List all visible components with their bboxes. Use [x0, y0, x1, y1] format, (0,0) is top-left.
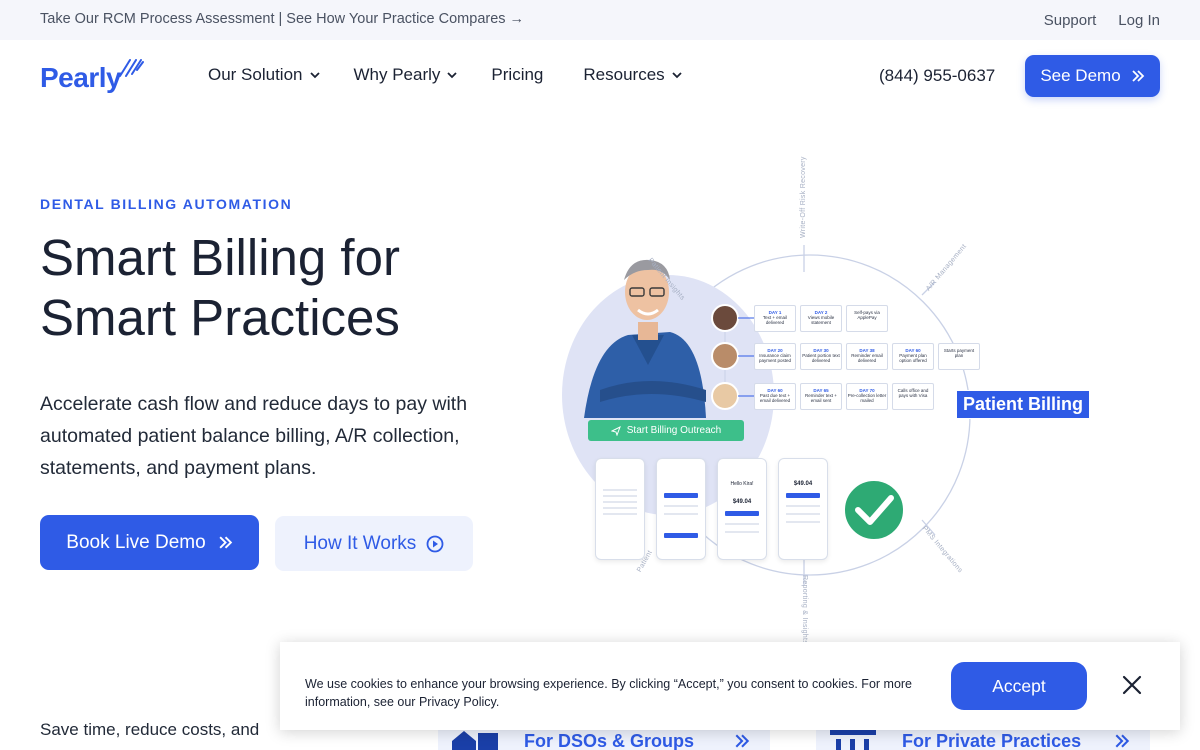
timeline-step: DAY 1 Text + email delivered — [754, 305, 796, 332]
nav-label: Resources — [583, 65, 665, 84]
nav-label: Pricing — [491, 65, 544, 84]
double-chevron-right-icon — [735, 734, 750, 748]
double-chevron-right-icon — [1115, 734, 1130, 748]
how-it-works-label: How It Works — [303, 532, 417, 554]
timeline-step: Calls office and pays with Visa — [892, 383, 934, 410]
step-text: Insurance claim payment posted — [758, 353, 792, 363]
step-text: Reminder email delivered — [851, 353, 883, 363]
phone-amount: $49.04 — [732, 499, 752, 505]
phone-mockup: Hello Kira! $49.04 — [717, 458, 767, 560]
ring-label: Reporting & Insights — [801, 575, 808, 645]
start-billing-outreach-button: Start Billing Outreach — [588, 420, 744, 441]
step-text: Self-pays via ApplePay — [854, 310, 880, 320]
patient-billing-tag: Patient Billing — [956, 390, 1091, 419]
private-practice-label: For Private Practices — [902, 731, 1082, 750]
phone-mockup — [595, 458, 645, 560]
outreach-label: Start Billing Outreach — [626, 425, 722, 436]
step-text: Pre-collection letter mailed — [847, 393, 887, 403]
chevron-down-icon — [672, 72, 682, 79]
chevron-down-icon — [447, 72, 458, 79]
step-text: Starts payment plan — [943, 348, 975, 358]
hero-eyebrow: DENTAL BILLING AUTOMATION — [40, 196, 293, 212]
timeline-step: DAY 38 Reminder email delivered — [846, 343, 888, 370]
step-text: Payment plan option offered — [899, 353, 927, 363]
cookie-message: We use cookies to enhance your browsing … — [305, 677, 913, 709]
support-link[interactable]: Support — [1044, 12, 1097, 29]
phone-amount: $49.04 — [793, 481, 813, 487]
step-text: Views mobile statement — [807, 315, 835, 325]
timeline-step: DAY 20 Insurance claim payment posted — [754, 343, 796, 370]
send-icon — [610, 425, 621, 436]
step-text: Calls office and pays with Visa — [897, 388, 929, 398]
nav-label: Why Pearly — [353, 65, 441, 84]
phone-number-link[interactable]: (844) 955-0637 — [879, 66, 995, 86]
see-demo-label: See Demo — [1040, 66, 1121, 85]
timeline-step: DAY 30 Patient portion text delivered — [800, 343, 842, 370]
book-demo-label: Book Live Demo — [66, 531, 206, 553]
hero-title: Smart Billing for Smart Practices — [40, 228, 520, 348]
play-circle-icon — [426, 535, 444, 552]
nav-pricing[interactable]: Pricing — [491, 65, 543, 85]
main-navigation: Pearly Our Solution Why Pearly Pricing R… — [0, 40, 1200, 112]
step-text: Reminder text + email sent — [805, 393, 837, 403]
nav-our-solution[interactable]: Our Solution — [208, 65, 320, 85]
nav-resources[interactable]: Resources — [583, 65, 682, 85]
chevron-down-icon — [309, 72, 320, 79]
login-link[interactable]: Log In — [1118, 12, 1160, 29]
hero-title-line: Smart Practices — [40, 289, 400, 346]
cookie-banner: We use cookies to enhance your browsing … — [280, 642, 1180, 730]
timeline-step: DAY 70 Pre-collection letter mailed — [846, 383, 888, 410]
double-chevron-right-icon — [219, 536, 232, 549]
hero-description: Accelerate cash flow and reduce days to … — [40, 393, 468, 479]
double-chevron-right-icon — [1132, 70, 1144, 82]
phone-greeting: Hello Kira! — [730, 481, 754, 487]
nav-label: Our Solution — [208, 65, 303, 84]
dso-card-label: For DSOs & Groups — [524, 731, 695, 750]
how-it-works-button[interactable]: How It Works — [275, 516, 473, 571]
phone-mockup — [656, 458, 706, 560]
hero-title-line: Smart Billing for — [40, 229, 400, 286]
see-demo-button[interactable]: See Demo — [1025, 55, 1160, 97]
clinic-icon — [830, 730, 876, 750]
book-live-demo-button[interactable]: Book Live Demo — [40, 515, 259, 570]
accept-cookies-button[interactable]: Accept — [951, 662, 1087, 710]
ring-label: Write-Off Risk Recovery — [800, 156, 807, 238]
nav-why-pearly[interactable]: Why Pearly — [354, 65, 458, 85]
logo-wordmark: Pearly — [40, 62, 122, 93]
timeline-step: DAY 2 Views mobile statement — [800, 305, 842, 332]
timeline-step: DAY 60 Payment plan option offered — [892, 343, 934, 370]
timeline-step: Starts payment plan — [938, 343, 980, 370]
billing-illustration: Write-Off Risk Recovery A/R Management P… — [560, 140, 1120, 644]
step-text: Patient portion text delivered — [802, 353, 840, 363]
timeline-step: DAY 60 Past due text + email delivered — [754, 383, 796, 410]
logo-stripes-icon — [119, 59, 144, 77]
nav-menu: Our Solution Why Pearly Pricing Resource… — [208, 65, 716, 85]
phone-mockup: $49.04 — [778, 458, 828, 560]
section-intro-text: Save time, reduce costs, and — [40, 720, 260, 739]
announcement-bar: Take Our RCM Process Assessment | See Ho… — [0, 0, 1200, 40]
pearly-logo[interactable]: Pearly — [40, 56, 150, 96]
step-text: Past due text + email delivered — [759, 393, 791, 403]
step-text: Text + email delivered — [762, 315, 788, 325]
timeline-step: DAY 65 Reminder text + email sent — [800, 383, 842, 410]
timeline-step: Self-pays via ApplePay — [846, 305, 888, 332]
building-icon — [452, 731, 498, 750]
utility-links: Support Log In — [1044, 12, 1160, 29]
close-icon[interactable] — [1121, 674, 1143, 696]
assessment-link[interactable]: Take Our RCM Process Assessment | See Ho… — [40, 11, 524, 27]
